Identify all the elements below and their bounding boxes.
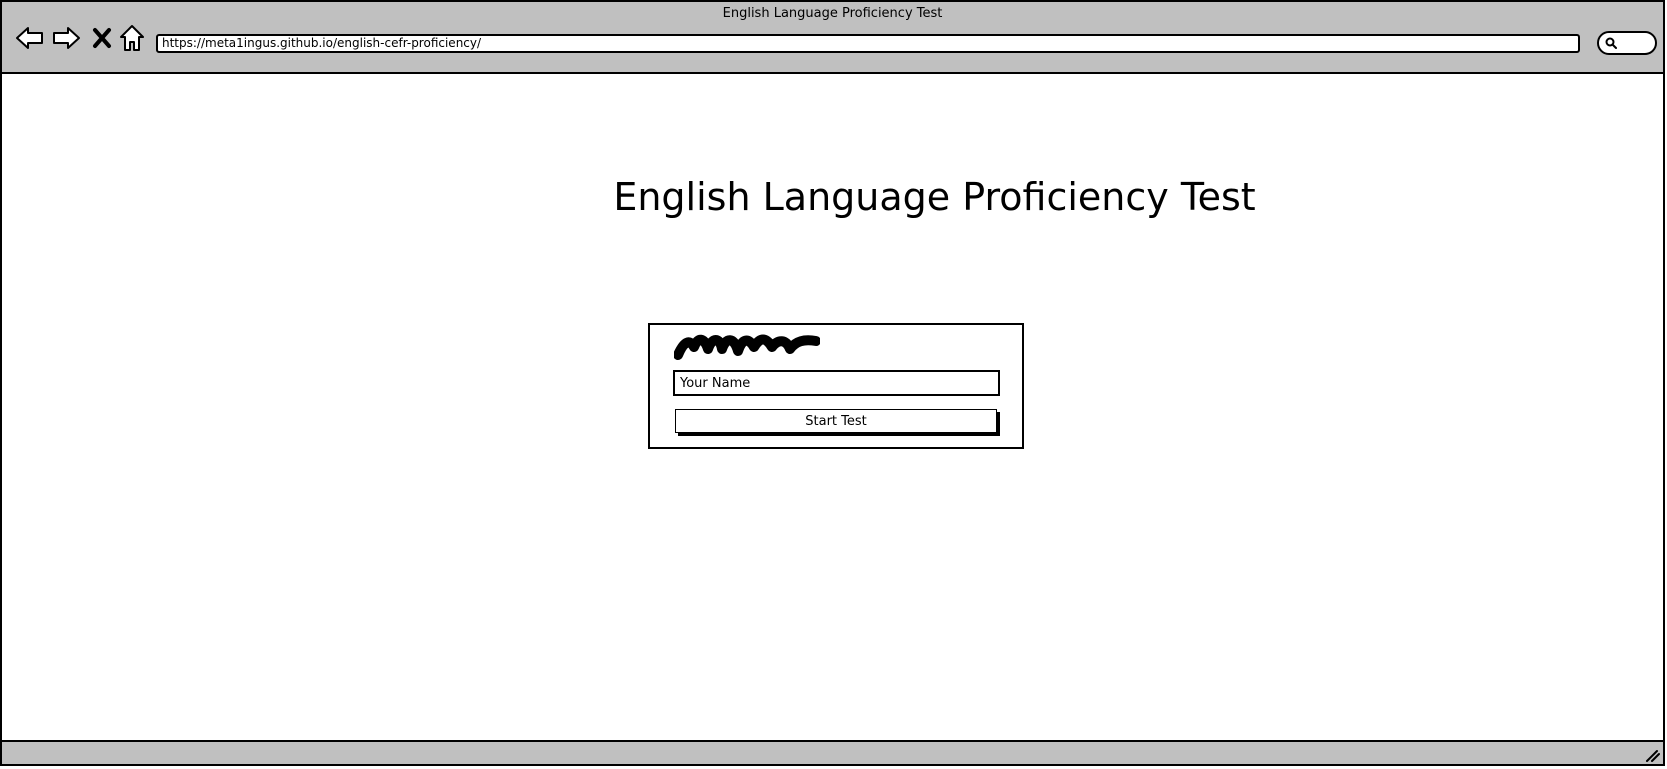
- browser-toolbar: English Language Proficiency Test https:…: [2, 2, 1663, 74]
- start-form-panel: Start Test: [648, 323, 1024, 449]
- status-bar: [2, 740, 1663, 764]
- stop-x-icon: [93, 28, 111, 48]
- resize-grip-icon[interactable]: [1644, 748, 1660, 762]
- home-icon: [120, 25, 144, 51]
- forward-button[interactable]: [50, 22, 82, 54]
- back-arrow-icon: [16, 27, 43, 49]
- start-test-button[interactable]: Start Test: [675, 409, 997, 433]
- home-button[interactable]: [116, 22, 148, 54]
- window-title: English Language Proficiency Test: [722, 6, 943, 21]
- browser-search-field[interactable]: [1597, 31, 1657, 55]
- page-title: English Language Proficiency Test: [613, 175, 1256, 219]
- forward-arrow-icon: [53, 27, 80, 49]
- address-bar[interactable]: https://meta1ingus.github.io/english-cef…: [156, 34, 1580, 53]
- page-content: English Language Proficiency Test Start …: [2, 74, 1663, 742]
- back-button[interactable]: [14, 22, 46, 54]
- scribble-logo: [674, 334, 820, 360]
- browser-window: English Language Proficiency Test https:…: [0, 0, 1665, 766]
- stop-button[interactable]: [86, 22, 118, 54]
- search-icon: [1605, 37, 1617, 49]
- name-input[interactable]: [673, 370, 1000, 396]
